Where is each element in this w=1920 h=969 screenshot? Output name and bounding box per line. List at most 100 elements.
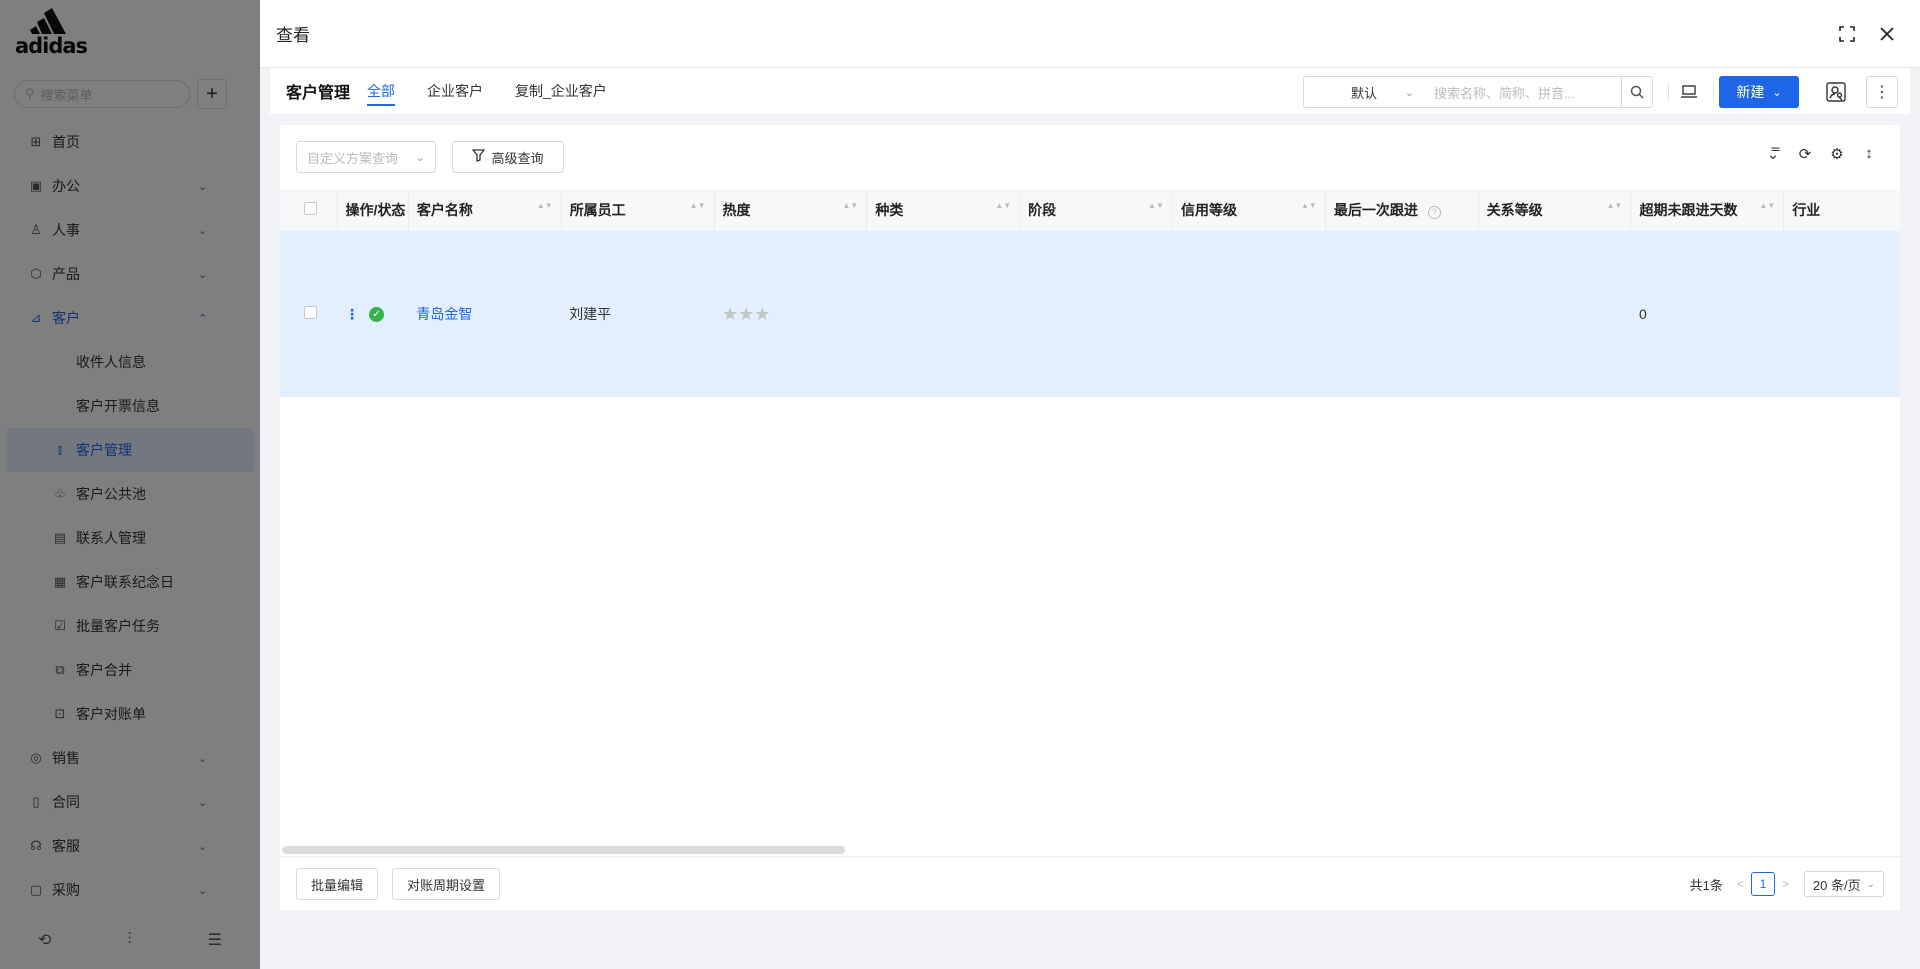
sort-icon[interactable]: ▲▼	[537, 202, 553, 210]
search-icon	[1630, 85, 1644, 99]
view-drawer: 查看 客户管理 全部 企业客户 复制_企业客户 默认 ⌄ 搜索名称、简称、拼音.…	[260, 0, 1920, 969]
sort-icon[interactable]: ▲▼	[1301, 202, 1317, 210]
row-checkbox[interactable]	[304, 306, 317, 319]
column-header-label: 关系等级	[1486, 202, 1543, 218]
period-settings-button[interactable]: 对账周期设置	[392, 868, 501, 900]
table-header-row: 操作/状态 客户名称 ▲▼ 所属员工 ▲▼ 热度 ▲▼ 种类 ▲▼ 阶段 ▲▼ 信用等级 ▲…	[280, 189, 1900, 231]
pagination: 共1条 < 1 > 20 条/页 ⌄	[1690, 868, 1884, 900]
column-header-credit[interactable]: 信用等级 ▲▼	[1172, 189, 1326, 231]
column-header-label: 阶段	[1028, 202, 1057, 218]
search-button[interactable]	[1621, 76, 1653, 108]
drawer-title: 查看	[276, 26, 310, 45]
column-header-label: 信用等级	[1181, 202, 1237, 218]
chevron-down-icon: ⌄	[1404, 86, 1414, 99]
total-count: 共1条	[1689, 877, 1723, 893]
last-follow-cell	[1325, 231, 1479, 397]
heat-cell: ★★★	[714, 231, 867, 397]
more-actions-icon[interactable]: ⋮	[1866, 76, 1898, 108]
employee-cell: 刘建平	[561, 231, 715, 397]
sort-select-value: 默认	[1350, 85, 1377, 101]
sort-icon[interactable]: ▲▼	[1759, 202, 1775, 210]
status-check-icon: ✓	[369, 307, 385, 323]
column-header-stage[interactable]: 阶段 ▲▼	[1019, 189, 1173, 231]
filter-row: 自定义方案查询 ⌄ 高级查询	[296, 141, 564, 173]
column-header-relation[interactable]: 关系等级 ▲▼	[1478, 189, 1632, 231]
drawer-header: 查看	[260, 0, 1920, 68]
column-header-overdue-days[interactable]: 超期未跟进天数 ▲▼	[1630, 189, 1785, 231]
next-page-icon[interactable]: >	[1782, 877, 1789, 891]
sort-icon[interactable]: ▲▼	[995, 202, 1011, 210]
new-button-label: 新建	[1736, 84, 1765, 100]
row-height-icon[interactable]: ↕	[1860, 145, 1878, 163]
column-header-industry: 行业	[1783, 189, 1900, 231]
column-header-heat[interactable]: 热度 ▲▼	[714, 189, 868, 231]
search-input[interactable]: 搜索名称、简称、拼音...	[1424, 76, 1622, 108]
select-all-checkbox-cell[interactable]	[280, 189, 338, 231]
prev-page-icon[interactable]: <	[1737, 877, 1744, 891]
module-toolbar: 客户管理 全部 企业客户 复制_企业客户 默认 ⌄ 搜索名称、简称、拼音... …	[270, 68, 1910, 114]
chevron-down-icon: ⌄	[1772, 86, 1782, 99]
advanced-query-button[interactable]: 高级查询	[452, 141, 564, 173]
fullscreen-icon[interactable]	[1833, 20, 1861, 48]
tab-enterprise-customers[interactable]: 企业客户	[427, 68, 483, 114]
stage-cell	[1019, 231, 1173, 397]
relation-cell	[1478, 231, 1631, 397]
select-all-checkbox[interactable]	[304, 202, 317, 215]
column-header-label: 所属员工	[569, 202, 626, 218]
sort-select[interactable]: 默认 ⌄	[1303, 76, 1425, 108]
table-tools: ⌄̿ ⟳ ⚙ ↕	[1764, 145, 1878, 163]
column-header-label: 种类	[875, 202, 904, 218]
overdue-days-cell: 0	[1630, 231, 1784, 397]
chevron-down-icon: ⌄	[1866, 878, 1875, 890]
kind-cell	[866, 231, 1020, 397]
gear-icon[interactable]: ⚙	[1828, 145, 1846, 163]
page-number[interactable]: 1	[1750, 872, 1775, 896]
display-icon[interactable]	[1673, 76, 1705, 108]
column-header-label: 客户名称	[416, 202, 473, 218]
tab-all[interactable]: 全部	[367, 68, 396, 114]
sort-icon[interactable]: ▲▼	[1148, 202, 1164, 210]
close-icon[interactable]	[1873, 20, 1901, 48]
tab-copy-enterprise-customers[interactable]: 复制_企业客户	[515, 68, 607, 114]
chevron-down-icon: ⌄	[415, 151, 425, 164]
refresh-icon[interactable]: ⟳	[1796, 145, 1814, 163]
row-actions-icon[interactable]: ⋮	[345, 306, 359, 322]
column-header-customer-name[interactable]: 客户名称 ▲▼	[408, 189, 562, 231]
table-row[interactable]: ⋮ ✓ 青岛金智 刘建平 ★★★ 0	[280, 231, 1900, 397]
column-header-label: 热度	[722, 202, 751, 218]
sort-icon[interactable]: ▲▼	[690, 202, 706, 210]
horizontal-scrollbar[interactable]	[282, 846, 845, 854]
custom-query-placeholder: 自定义方案查询	[307, 150, 399, 166]
expand-all-icon[interactable]: ⌄̿	[1764, 145, 1782, 163]
footer-divider	[280, 856, 1900, 857]
new-button[interactable]: 新建 ⌄	[1719, 76, 1799, 108]
customer-lookup-icon[interactable]	[1820, 76, 1852, 108]
page-size-value: 20 条/页	[1812, 877, 1861, 893]
page-size-select[interactable]: 20 条/页 ⌄	[1803, 871, 1884, 897]
operation-cell: ⋮ ✓	[337, 231, 409, 397]
help-icon[interactable]: ?	[1427, 206, 1441, 219]
industry-cell	[1783, 231, 1900, 397]
column-header-label: 最后一次跟进	[1333, 202, 1418, 218]
column-header-label: 超期未跟进天数	[1639, 202, 1738, 218]
module-title: 客户管理	[286, 85, 351, 102]
advanced-query-label: 高级查询	[491, 150, 544, 166]
sort-icon[interactable]: ▲▼	[843, 202, 859, 210]
batch-edit-button[interactable]: 批量编辑	[296, 868, 379, 900]
credit-cell	[1172, 231, 1326, 397]
filter-icon	[472, 149, 486, 165]
heat-stars[interactable]: ★★★	[722, 304, 770, 324]
divider	[1668, 84, 1669, 100]
customer-list-panel: 自定义方案查询 ⌄ 高级查询 ⌄̿ ⟳ ⚙ ↕ 操作/状态 客户名称 ▲▼ 所属…	[280, 125, 1900, 910]
divider	[1713, 84, 1714, 100]
customer-name-cell: 青岛金智	[408, 231, 562, 397]
column-header-operation: 操作/状态	[337, 189, 409, 231]
custom-query-select[interactable]: 自定义方案查询 ⌄	[296, 141, 436, 173]
column-header-employee[interactable]: 所属员工 ▲▼	[561, 189, 715, 231]
search-placeholder: 搜索名称、简称、拼音...	[1434, 85, 1575, 101]
row-checkbox-cell[interactable]	[280, 231, 338, 397]
sort-icon[interactable]: ▲▼	[1607, 202, 1623, 210]
column-header-kind[interactable]: 种类 ▲▼	[866, 189, 1021, 231]
customer-name-link[interactable]: 青岛金智	[416, 306, 472, 322]
column-header-last-follow: 最后一次跟进?	[1325, 189, 1479, 231]
